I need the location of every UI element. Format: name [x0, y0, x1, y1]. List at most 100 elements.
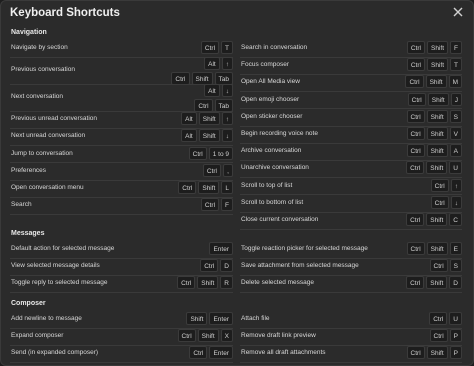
- key-combo: Ctrl Shift J: [407, 92, 462, 106]
- shortcut-label: Toggle reaction picker for selected mess…: [241, 245, 368, 253]
- keycap: Ctrl: [430, 178, 449, 192]
- shortcut-row: Scroll to bottom of list Ctrl ↓: [240, 195, 462, 211]
- key-combo: Ctrl Shift M: [405, 75, 462, 89]
- keycap: Ctrl: [177, 276, 196, 290]
- key-combo: Ctrl Shift T: [406, 58, 462, 72]
- row-divider: [10, 362, 233, 364]
- keycap: Ctrl: [188, 146, 207, 160]
- key-combo: Ctrl D: [200, 259, 233, 273]
- keycap: ↓: [221, 84, 233, 98]
- keycap: Ctrl: [177, 329, 196, 343]
- keycap: ,: [223, 163, 233, 177]
- keycap: Shift: [427, 58, 449, 72]
- keycap: P: [449, 329, 462, 343]
- key-combo: Alt Shift ↓: [181, 129, 233, 143]
- key-combo: Alt ↑: [204, 57, 233, 71]
- keycap: L: [221, 181, 233, 194]
- keycap: ↓: [450, 195, 462, 209]
- keycap: Ctrl: [407, 92, 426, 106]
- shortcut-row: Expand composer Ctrl Shift X: [10, 328, 233, 344]
- keycap: Shift: [197, 276, 219, 290]
- shortcut-keys: Ctrl D: [200, 259, 233, 273]
- section-title: Navigation: [11, 29, 47, 36]
- shortcut-keys: Ctrl P: [429, 329, 462, 343]
- shortcut-row: Previous unread conversation Alt Shift ↑: [10, 111, 233, 127]
- key-combo: Shift Enter: [186, 312, 233, 325]
- keycap: M: [448, 75, 462, 89]
- shortcut-row: Unarchive conversation Ctrl Shift U: [240, 160, 462, 176]
- shortcut-keys: Alt Shift ↑: [181, 112, 233, 126]
- keycap: F: [450, 41, 462, 54]
- shortcut-row: View selected message details Ctrl D: [10, 258, 233, 274]
- row-divider: [10, 292, 233, 294]
- keycap: X: [220, 329, 233, 343]
- keycap: Ctrl: [189, 346, 208, 360]
- shortcut-label: Previous unread conversation: [11, 115, 97, 123]
- close-icon[interactable]: [451, 5, 465, 19]
- shortcut-label: Open conversation menu: [11, 184, 84, 192]
- shortcut-label: Archive conversation: [241, 147, 302, 155]
- key-combo: Ctrl Enter: [189, 346, 233, 360]
- shortcut-label: Next unread conversation: [11, 132, 86, 140]
- keycap: Shift: [198, 181, 220, 194]
- keycap: A: [449, 144, 462, 158]
- shortcut-keys: Alt Shift ↓: [181, 129, 233, 143]
- shortcut-keys: Ctrl Shift P: [406, 346, 462, 360]
- shortcut-row: Toggle reply to selected message Ctrl Shif…: [10, 275, 233, 291]
- shortcut-row: Save attachment from selected message Ctr…: [240, 258, 462, 274]
- key-combo: Enter: [209, 242, 233, 255]
- shortcut-keys: Ctrl Shift R: [177, 276, 233, 290]
- key-combo: Ctrl S: [429, 259, 462, 273]
- keycap: Ctrl: [406, 58, 425, 72]
- shortcut-keys: Ctrl Shift V: [406, 127, 462, 140]
- keycap: C: [449, 213, 462, 226]
- shortcut-keys: Ctrl Shift J: [407, 92, 462, 106]
- key-combo: Ctrl Shift L: [178, 181, 233, 194]
- shortcut-keys: Ctrl Shift C: [406, 213, 462, 226]
- shortcut-label: Scroll to top of list: [241, 181, 293, 189]
- shortcut-keys: Ctrl Shift D: [406, 276, 462, 290]
- key-combo: Alt ↓: [204, 84, 233, 98]
- key-combo: Ctrl Shift F: [406, 41, 462, 54]
- shortcut-label: Remove draft link preview: [241, 332, 316, 340]
- keycap: J: [450, 92, 462, 106]
- keycap: ↓: [221, 129, 233, 143]
- shortcut-keys: Ctrl Shift S: [406, 109, 462, 123]
- keycap: Shift: [426, 276, 448, 290]
- row-divider: [240, 292, 462, 294]
- shortcut-row: Archive conversation Ctrl Shift A: [240, 143, 462, 159]
- shortcut-keys: Ctrl Shift E: [406, 242, 462, 255]
- keycap: ↑: [221, 112, 233, 126]
- keycap: Ctrl: [406, 109, 425, 123]
- shortcut-keys: Ctrl Enter: [189, 346, 233, 360]
- shortcut-keys: Shift Enter: [186, 312, 233, 325]
- keycap: F: [221, 198, 233, 212]
- keycap: Alt: [204, 84, 220, 98]
- keycap: P: [449, 346, 462, 360]
- shortcut-label: Previous conversation: [11, 66, 75, 74]
- keycap: Ctrl: [406, 144, 425, 158]
- shortcut-label: Jump to conversation: [11, 149, 73, 157]
- keycap: ↑: [450, 178, 462, 192]
- key-combo: Ctrl Shift R: [177, 276, 233, 290]
- shortcut-keys: Ctrl,: [202, 163, 233, 177]
- shortcut-row: Default action for selected message Enter: [10, 241, 233, 257]
- shortcut-row: Open sticker chooser Ctrl Shift S: [240, 109, 462, 125]
- shortcut-row: Close current conversation Ctrl Shift C: [240, 212, 462, 228]
- keycap: Shift: [426, 346, 448, 360]
- shortcut-row: Next unread conversation Alt Shift ↓: [10, 128, 233, 144]
- key-combo: Ctrl Shift S: [406, 109, 462, 123]
- keycap: Alt: [204, 57, 220, 71]
- shortcut-label: Save attachment from selected message: [241, 262, 359, 270]
- keycap: Alt: [181, 129, 197, 143]
- shortcut-label: Begin recording voice note: [241, 130, 318, 138]
- dialog-header: Keyboard Shortcuts: [1, 1, 473, 27]
- shortcut-label: Send (in expanded composer): [11, 349, 99, 357]
- shortcut-keys: Ctrl U: [429, 312, 462, 325]
- keycap: Ctrl: [429, 312, 448, 325]
- keycap: U: [449, 312, 462, 325]
- keycap: T: [450, 58, 462, 72]
- key-combo: Ctrl F: [200, 198, 233, 212]
- shortcut-keys: Alt ↑ Ctrl Shift Tab: [171, 57, 233, 86]
- shortcut-row: Remove all draft attachments Ctrl Shift P: [240, 345, 462, 361]
